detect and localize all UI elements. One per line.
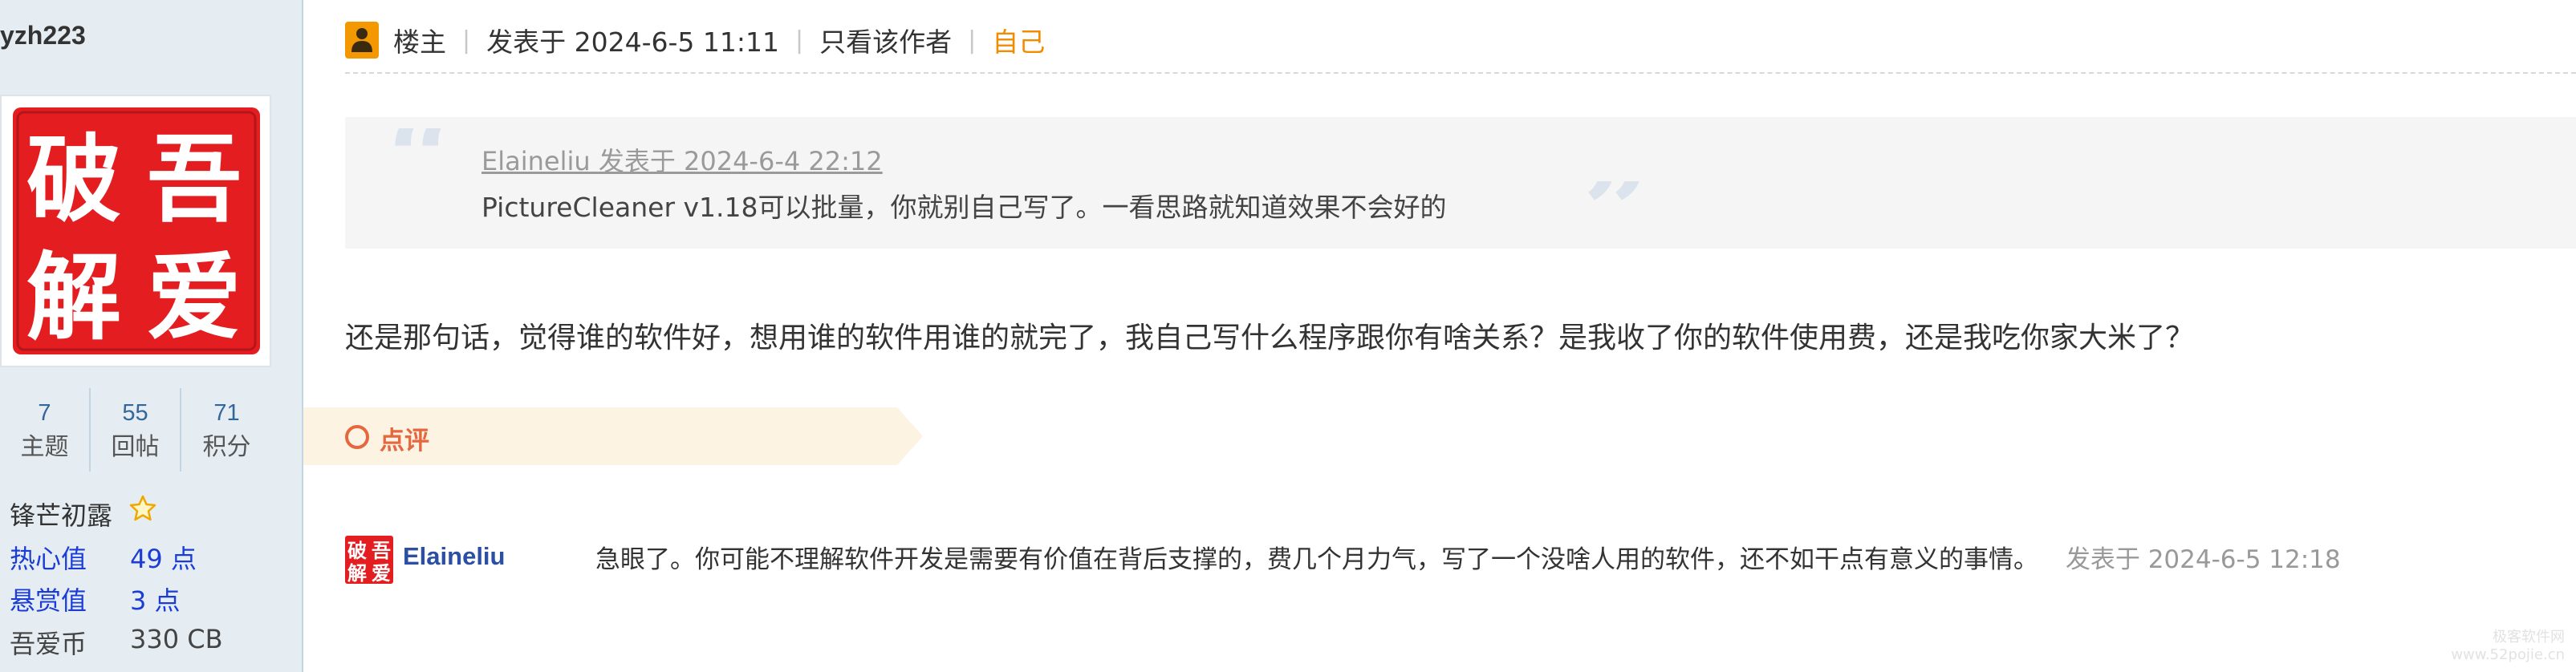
stat-topics-value[interactable]: 7 bbox=[0, 395, 89, 431]
author-sidebar: yzh223 破 吾 解 爱 7 主题 55 回帖 71 积分 锋芒初露 热心值… bbox=[0, 0, 303, 672]
svg-text:“: “ bbox=[387, 128, 451, 192]
stat-replies-label: 回帖 bbox=[111, 433, 160, 461]
author-avatar[interactable]: 破 吾 解 爱 bbox=[0, 95, 271, 367]
avatar-char-2: 吾 bbox=[147, 123, 242, 235]
post-body: 还是那句话，觉得谁的软件好，想用谁的软件用谁的就完了，我自己写什么程序跟你有啥关… bbox=[345, 322, 2195, 354]
post-header: 楼主 | 发表于 2024-6-5 11:11 | 只看该作者 | 自己 bbox=[345, 19, 1045, 61]
svg-text:”: ” bbox=[1583, 181, 1647, 245]
stat-topics-label: 主题 bbox=[20, 433, 69, 461]
detail-value: 330 CB bbox=[130, 624, 223, 654]
watermark-line-2: www.52pojie.cn bbox=[2451, 646, 2565, 663]
separator: | bbox=[968, 26, 977, 55]
watermark-line-1: 极客软件网 bbox=[2493, 629, 2565, 646]
commenter-avatar[interactable]: 破 吾 解 爱 bbox=[345, 536, 393, 584]
separator: | bbox=[794, 26, 804, 55]
divider bbox=[345, 72, 2576, 74]
detail-value: 49 点 bbox=[130, 544, 197, 574]
comment-circle-icon bbox=[345, 425, 369, 449]
open-quote-icon: “ bbox=[387, 128, 451, 192]
self-label[interactable]: 自己 bbox=[992, 21, 1045, 59]
stat-points-value[interactable]: 71 bbox=[181, 395, 272, 431]
user-rank[interactable]: 锋芒初露 bbox=[10, 496, 112, 532]
avatar-char-4: 爱 bbox=[147, 241, 242, 353]
quote-author-link[interactable]: Elaineliu 发表于 2024-6-4 22:12 bbox=[481, 141, 883, 178]
avatar-char-1: 破 bbox=[347, 539, 367, 562]
detail-value: 3 点 bbox=[130, 585, 181, 616]
comment-text: 急眼了。你可能不理解软件开发是需要有价值在背后支撑的，费几个月力气，写了一个没啥… bbox=[595, 545, 2038, 574]
detail-row-heart: 热心值 49 点 bbox=[10, 539, 197, 576]
author-username[interactable]: yzh223 bbox=[0, 21, 86, 51]
avatar-char-1: 破 bbox=[26, 123, 121, 235]
detail-key: 吾爱币 bbox=[10, 629, 87, 659]
detail-row-bounty: 悬赏值 3 点 bbox=[10, 581, 181, 617]
watermark: 极客软件网 www.52pojie.cn bbox=[2451, 629, 2565, 664]
seal-logo-icon: 破 吾 解 爱 bbox=[13, 107, 260, 354]
comments-tab[interactable]: 点评 bbox=[303, 407, 923, 465]
avatar-char-4: 爱 bbox=[372, 561, 391, 584]
post-time: 发表于 2024-6-5 11:11 bbox=[486, 26, 779, 58]
floor-label: 楼主 bbox=[393, 26, 446, 58]
commenter-name[interactable]: Elaineliu bbox=[403, 542, 505, 571]
separator: | bbox=[462, 26, 471, 55]
close-quote-icon: ” bbox=[1583, 181, 1647, 245]
stat-replies-value[interactable]: 55 bbox=[91, 395, 180, 431]
only-author-link[interactable]: 只看该作者 bbox=[819, 21, 952, 59]
avatar-char-3: 解 bbox=[347, 561, 367, 584]
stat-points[interactable]: 71 积分 bbox=[181, 388, 272, 472]
stat-replies[interactable]: 55 回帖 bbox=[91, 388, 181, 472]
comments-tab-label: 点评 bbox=[380, 427, 429, 455]
stat-topics[interactable]: 7 主题 bbox=[0, 388, 91, 472]
detail-key[interactable]: 悬赏值 bbox=[10, 581, 130, 617]
star-icon bbox=[129, 495, 156, 521]
avatar-char-3: 解 bbox=[26, 241, 121, 353]
comment-content: 急眼了。你可能不理解软件开发是需要有价值在背后支撑的，费几个月力气，写了一个没啥… bbox=[595, 539, 2341, 575]
quote-block: “ Elaineliu 发表于 2024-6-4 22:12 PictureCl… bbox=[345, 117, 2576, 249]
stat-points-label: 积分 bbox=[202, 433, 251, 461]
author-stats: 7 主题 55 回帖 71 积分 bbox=[0, 388, 273, 472]
detail-row-coins: 吾爱币 330 CB bbox=[10, 624, 223, 661]
comment-time: 发表于 2024-6-5 12:18 bbox=[2065, 545, 2341, 574]
quote-text: PictureCleaner v1.18可以批量，你就别自己写了。一看思路就知道… bbox=[481, 192, 1447, 223]
avatar-char-2: 吾 bbox=[372, 539, 391, 562]
original-poster-icon bbox=[345, 22, 379, 59]
detail-key[interactable]: 热心值 bbox=[10, 539, 130, 576]
